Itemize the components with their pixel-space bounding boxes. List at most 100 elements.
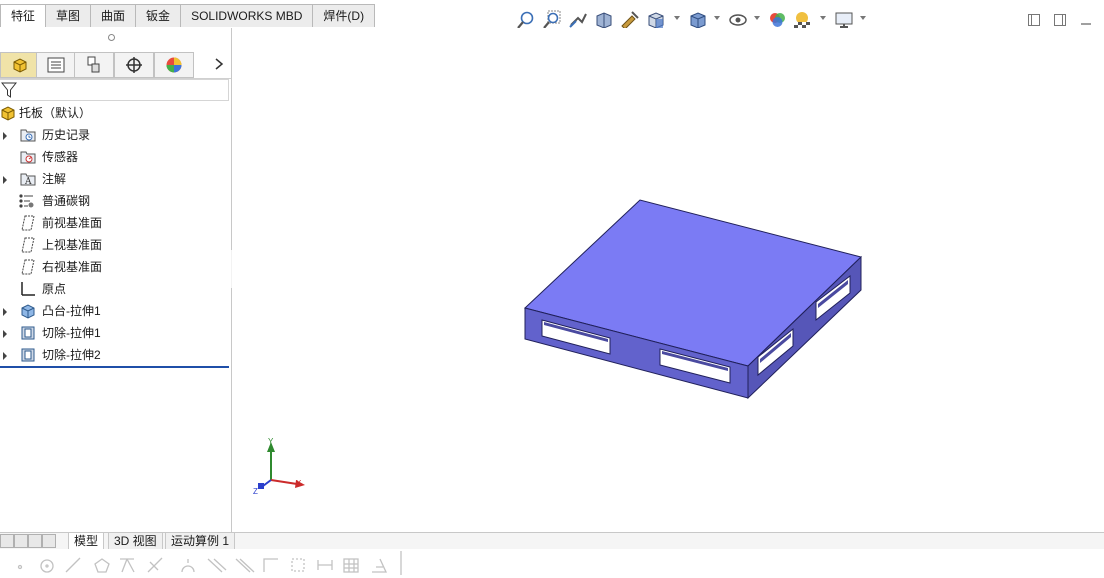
plane-icon: [21, 237, 35, 253]
expand-arrow-icon[interactable]: [3, 330, 7, 338]
graphics-area[interactable]: Y X Z: [232, 28, 1104, 533]
expand-arrow-icon[interactable]: [3, 308, 7, 316]
panel-grip-icon[interactable]: [108, 34, 115, 41]
reference-triad: Y X Z: [253, 437, 305, 496]
hide-show-items-icon[interactable]: [728, 10, 748, 30]
tab-mbd[interactable]: SOLIDWORKS MBD: [180, 4, 314, 27]
expand-arrow-icon[interactable]: [3, 352, 7, 360]
feature-manager-panel: 托板（默认） 历史记录 传感器 A 注解 普通碳钢 前视基准面 上视基准面 右视…: [0, 28, 232, 533]
construction-icon: [291, 558, 305, 572]
material-icon: [19, 194, 34, 208]
expand-arrow-icon[interactable]: [3, 176, 7, 184]
display-style-icon[interactable]: [688, 10, 708, 30]
configuration-manager-tab[interactable]: [74, 52, 114, 78]
tile-left-icon[interactable]: [1028, 14, 1040, 26]
expand-arrow-icon[interactable]: [3, 132, 7, 140]
history-folder-icon: [20, 129, 36, 142]
zoom-to-fit-icon[interactable]: [516, 10, 536, 30]
tab-scroll-controls: [0, 534, 60, 548]
bottom-tab-bar: 模型 3D 视图 运动算例 1: [0, 532, 1104, 550]
tree-item-label: 传感器: [42, 150, 79, 164]
tab-surfaces[interactable]: 曲面: [90, 4, 137, 27]
command-manager-bar: 特征 草图 曲面 钣金 SOLIDWORKS MBD 焊件(D): [0, 0, 1104, 30]
tree-item-top-plane[interactable]: 上视基准面: [0, 234, 230, 256]
scroll-next-icon[interactable]: [28, 534, 42, 548]
chevron-right-icon[interactable]: [214, 58, 224, 70]
tab-sketch[interactable]: 草图: [45, 4, 92, 27]
display-manager-tab[interactable]: [154, 52, 194, 78]
cut-extrude-icon: [21, 326, 35, 340]
annotation-folder-icon: A: [20, 173, 36, 187]
panel-tabs: [0, 50, 231, 79]
command-tabs: 特征 草图 曲面 钣金 SOLIDWORKS MBD 焊件(D): [0, 4, 376, 27]
dimension-icon: [317, 560, 333, 570]
part-icon: [1, 106, 15, 121]
dimxpert-manager-tab[interactable]: [114, 52, 154, 78]
tree-item-label: 右视基准面: [42, 260, 103, 274]
rollback-bar[interactable]: [0, 366, 229, 368]
tree-item-label: 上视基准面: [42, 238, 103, 252]
previous-view-icon[interactable]: [568, 10, 588, 30]
scroll-prev-icon[interactable]: [14, 534, 28, 548]
tree-item-label: 凸台-拉伸1: [42, 304, 101, 318]
view-settings-icon[interactable]: [834, 10, 854, 30]
zoom-to-area-icon[interactable]: [542, 10, 562, 30]
view-orientation-caret[interactable]: [674, 16, 680, 20]
tree-item-front-plane[interactable]: 前视基准面: [0, 212, 230, 234]
filter-icon[interactable]: [1, 82, 17, 98]
display-manager-icon: [166, 57, 182, 73]
apply-scene-caret[interactable]: [820, 16, 826, 20]
trim-icon: [120, 558, 135, 573]
tile-right-icon[interactable]: [1054, 14, 1066, 26]
tab-sheet-metal[interactable]: 钣金: [135, 4, 182, 27]
tree-item-label: 原点: [42, 282, 67, 296]
pallet-model[interactable]: [232, 28, 1104, 533]
svg-text:A: A: [24, 177, 32, 187]
sensor-folder-icon: [20, 151, 36, 164]
apply-scene-icon[interactable]: [792, 10, 812, 30]
tree-item-label: 普通碳钢: [42, 194, 91, 208]
boss-extrude-icon: [21, 304, 35, 319]
polygon-icon: [94, 558, 110, 573]
tree-item-cut-extrude1[interactable]: 切除-拉伸1: [0, 322, 230, 344]
pattern-icon: [235, 558, 255, 573]
tree-item-origin[interactable]: 原点: [0, 278, 230, 300]
cut-extrude-icon: [21, 348, 35, 362]
tab-motion-study[interactable]: 运动算例 1: [165, 533, 236, 550]
edit-appearance-icon[interactable]: [767, 10, 787, 30]
scroll-first-icon[interactable]: [0, 534, 14, 548]
scroll-last-icon[interactable]: [42, 534, 56, 548]
plane-icon: [21, 259, 35, 275]
tree-item-history[interactable]: 历史记录: [0, 124, 230, 146]
display-style-caret[interactable]: [714, 16, 720, 20]
view-orientation-icon[interactable]: [646, 10, 666, 30]
tree-item-right-plane[interactable]: 右视基准面: [0, 256, 230, 278]
triad-y-label: Y: [268, 437, 274, 446]
extend-icon: [147, 557, 163, 573]
property-manager-tab[interactable]: [36, 52, 76, 78]
tree-item-boss-extrude1[interactable]: 凸台-拉伸1: [0, 300, 230, 322]
offset-icon: [181, 559, 195, 573]
tree-item-material[interactable]: 普通碳钢: [0, 190, 230, 212]
tab-model[interactable]: 模型: [68, 533, 105, 550]
section-view-icon[interactable]: [594, 10, 614, 30]
configuration-manager-icon: [87, 56, 100, 73]
tab-features[interactable]: 特征: [0, 4, 47, 27]
tab-weldments[interactable]: 焊件(D): [312, 4, 376, 27]
tree-item-cut-extrude2[interactable]: 切除-拉伸2: [0, 344, 230, 366]
feature-manager-tab[interactable]: [0, 52, 40, 78]
point-icon: [17, 564, 23, 570]
tab-3d-view[interactable]: 3D 视图: [108, 533, 163, 550]
relation-icon: [372, 558, 388, 573]
feature-manager-icon: [13, 58, 27, 73]
minimize-icon[interactable]: [1080, 14, 1092, 26]
tree-item-sensors[interactable]: 传感器: [0, 146, 230, 168]
tree-item-annotations[interactable]: A 注解: [0, 168, 230, 190]
tree-item-label: 切除-拉伸1: [42, 326, 101, 340]
grid-icon: [343, 558, 359, 573]
view-settings-caret[interactable]: [860, 16, 866, 20]
tree-root[interactable]: 托板（默认）: [0, 102, 230, 124]
filter-row[interactable]: [0, 79, 229, 101]
dynamic-annotation-icon[interactable]: [620, 10, 640, 30]
hide-show-caret[interactable]: [754, 16, 760, 20]
